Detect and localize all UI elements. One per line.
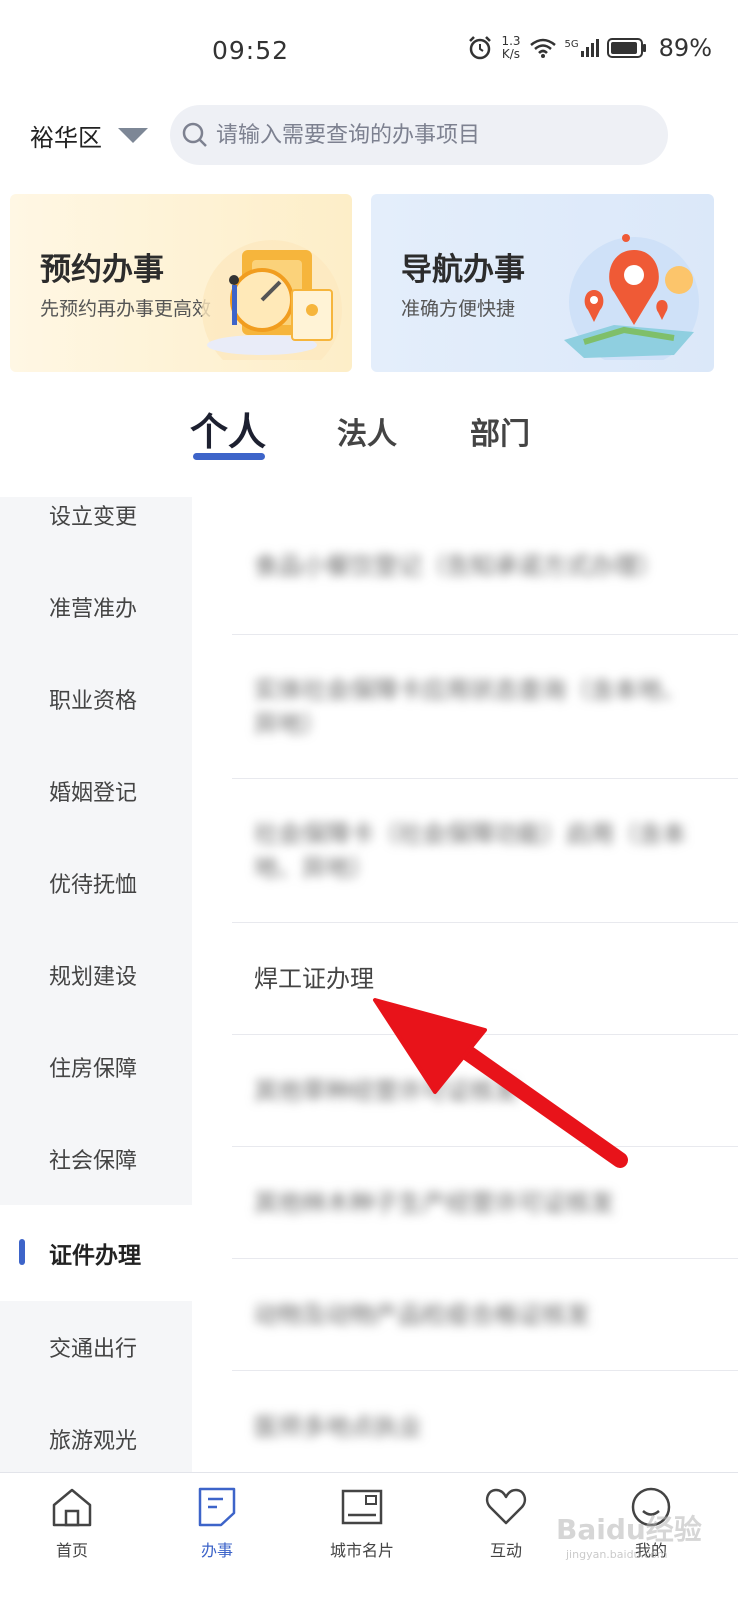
tab-personal[interactable]: 个人	[190, 401, 266, 456]
tab-legal-entity[interactable]: 法人	[337, 409, 397, 453]
status-time: 09:52	[212, 36, 290, 65]
list-item[interactable]: 医师多地点执业	[232, 1371, 738, 1472]
sidebar-item-label: 规划建设	[49, 965, 138, 990]
battery-icon	[606, 38, 646, 58]
sidebar-item-housing-security[interactable]: 住房保障	[0, 1021, 192, 1113]
home-icon	[52, 1488, 92, 1527]
status-icons: 1.3 K/s 5G 89%	[467, 34, 712, 62]
navigation-banner[interactable]: 导航办事 准确方便快捷	[371, 194, 714, 372]
service-label: 食品小餐饮登记（告知承诺方式办理）	[254, 551, 662, 580]
network-type: 5G	[564, 39, 579, 50]
nav-home[interactable]: 首页	[17, 1485, 127, 1561]
nav-services[interactable]: 办事	[162, 1485, 272, 1561]
service-label: 其他林木种子生产经营许可证核发	[254, 1188, 614, 1217]
sidebar-item-professional-qualification[interactable]: 职业资格	[0, 653, 192, 745]
welder-certificate-item[interactable]: 焊工证办理	[232, 923, 738, 1035]
sidebar-item-business-permit[interactable]: 准营准办	[0, 561, 192, 653]
tab-department[interactable]: 部门	[470, 409, 530, 453]
sidebar-item-label: 住房保障	[49, 1057, 138, 1082]
sidebar-item-certificates[interactable]: 证件办理	[0, 1205, 192, 1301]
postcard-icon	[341, 1489, 383, 1525]
list-item[interactable]: 社会保障卡（社会保障功能）启用（含本地、异地）	[232, 779, 738, 923]
service-label: 焊工证办理	[254, 964, 374, 993]
tab-active-indicator	[193, 453, 265, 460]
banner-title: 导航办事	[401, 252, 525, 288]
gauge-illustration-icon	[202, 240, 342, 360]
battery-percent: 89%	[658, 34, 712, 62]
search-bar[interactable]	[170, 105, 668, 165]
document-icon	[198, 1487, 236, 1527]
nav-label: 办事	[200, 1541, 233, 1560]
nav-interaction[interactable]: 互动	[451, 1485, 561, 1561]
watermark: Baidu经验	[556, 1513, 702, 1546]
sidebar-item-label: 旅游观光	[49, 1429, 138, 1454]
sidebar-item-marriage-registration[interactable]: 婚姻登记	[0, 745, 192, 837]
appointment-banner[interactable]: 预约办事 先预约再办事更高效	[10, 194, 352, 372]
nav-label: 首页	[55, 1541, 88, 1560]
service-label: 医师多地点执业	[254, 1412, 422, 1441]
speed-unit: K/s	[501, 47, 521, 61]
region-selector[interactable]: 裕华区	[30, 118, 148, 153]
category-tabs: 个人 法人 部门	[0, 395, 738, 470]
service-label: 社会保障卡（社会保障功能）启用（含本地、异地）	[254, 819, 686, 882]
nav-label: 互动	[489, 1541, 522, 1560]
nav-city-card[interactable]: 城市名片	[307, 1485, 417, 1561]
sidebar-item-label: 交通出行	[49, 1337, 138, 1362]
list-item[interactable]: 实体社会保障卡应用状态查询（含本地、异地）	[232, 635, 738, 779]
sidebar-item-label: 职业资格	[49, 689, 138, 714]
sidebar-item-label: 设立变更	[49, 505, 138, 530]
sidebar-item-establish-change[interactable]: 设立变更	[0, 497, 192, 561]
banner-subtitle: 准确方便快捷	[401, 298, 516, 320]
banner-subtitle: 先预约再办事更高效	[40, 298, 212, 320]
watermark-url: jingyan.baidu.com	[566, 1548, 668, 1561]
map-pin-illustration-icon	[564, 234, 699, 360]
heart-icon	[485, 1488, 527, 1525]
service-label: 其他草种经营许可证核发	[254, 1076, 518, 1105]
signal-icon: 5G	[565, 39, 599, 57]
sidebar-item-label: 证件办理	[49, 1243, 141, 1269]
sidebar-item-label: 优待抚恤	[49, 873, 138, 898]
region-label: 裕华区	[30, 124, 102, 152]
list-item[interactable]: 食品小餐饮登记（告知承诺方式办理）	[232, 497, 738, 635]
service-label: 实体社会保障卡应用状态查询（含本地、异地）	[254, 675, 686, 738]
alarm-icon	[469, 36, 492, 60]
nav-label: 城市名片	[329, 1541, 394, 1560]
list-item[interactable]: 动物及动物产品检疫合格证核发	[232, 1259, 738, 1371]
search-icon	[182, 122, 207, 147]
wifi-icon	[529, 38, 556, 58]
sidebar-item-label: 婚姻登记	[49, 781, 138, 806]
sidebar-active-indicator	[19, 1239, 25, 1265]
service-list[interactable]: 食品小餐饮登记（告知承诺方式办理） 实体社会保障卡应用状态查询（含本地、异地） …	[232, 497, 738, 1472]
category-sidebar[interactable]: 设立变更 准营准办 职业资格 婚姻登记 优待抚恤 规划建设 住房保障 社会保障 …	[0, 497, 192, 1472]
sidebar-item-label: 社会保障	[49, 1149, 138, 1174]
sidebar-item-preferential-care[interactable]: 优待抚恤	[0, 837, 192, 929]
service-label: 动物及动物产品检疫合格证核发	[254, 1300, 590, 1329]
sidebar-item-label: 准营准办	[49, 597, 138, 622]
sidebar-item-transportation[interactable]: 交通出行	[0, 1301, 192, 1393]
search-input[interactable]	[216, 122, 646, 148]
status-bar: 09:52 1.3 K/s 5G 89%	[0, 0, 738, 100]
list-item[interactable]: 其他林木种子生产经营许可证核发	[232, 1147, 738, 1259]
banner-title: 预约办事	[40, 252, 164, 288]
sidebar-item-tourism[interactable]: 旅游观光	[0, 1393, 192, 1472]
sidebar-item-social-security[interactable]: 社会保障	[0, 1113, 192, 1205]
sidebar-item-planning-construction[interactable]: 规划建设	[0, 929, 192, 1021]
caret-down-icon	[118, 128, 148, 143]
network-speed: 1.3 K/s	[501, 35, 520, 61]
list-item[interactable]: 其他草种经营许可证核发	[232, 1035, 738, 1147]
